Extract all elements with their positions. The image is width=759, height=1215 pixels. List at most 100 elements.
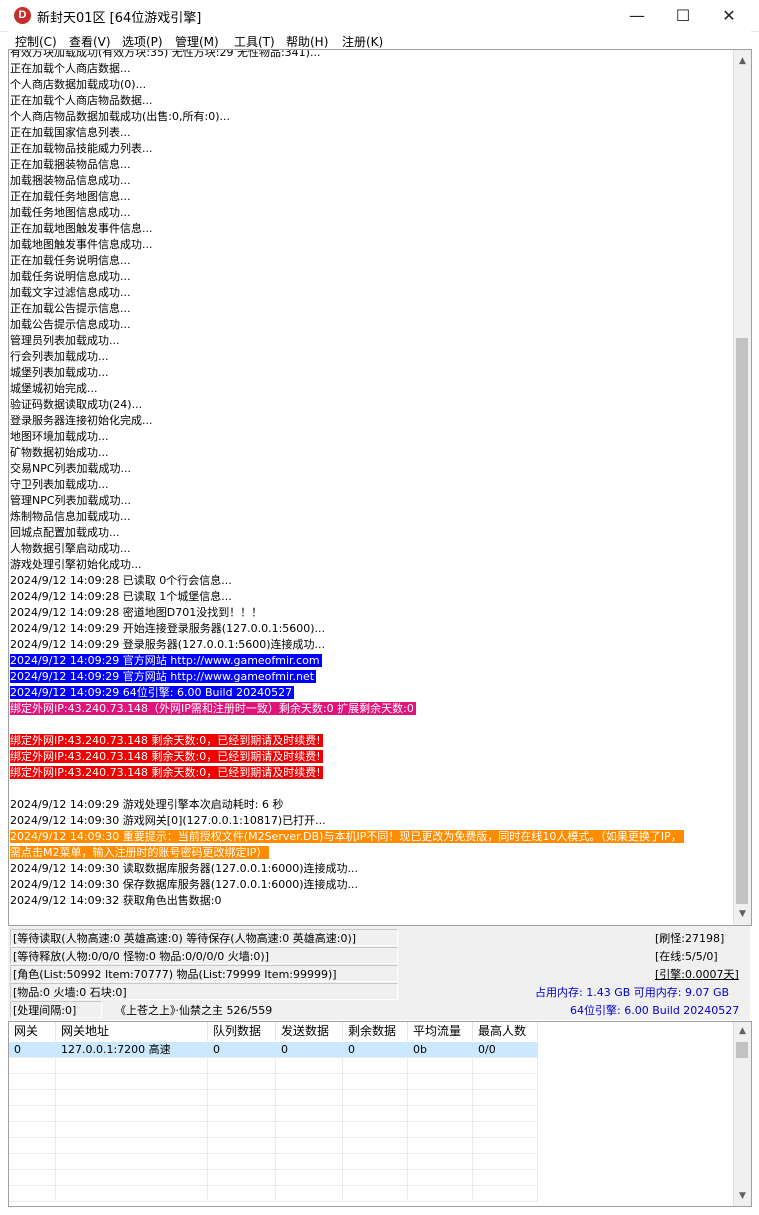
grid-cell bbox=[9, 1122, 56, 1138]
grid-cell bbox=[408, 1186, 473, 1202]
log-line bbox=[9, 717, 733, 733]
status-online: [在线:5/5/0] bbox=[655, 950, 718, 963]
scroll-thumb[interactable] bbox=[736, 1042, 748, 1058]
grid-cell bbox=[9, 1138, 56, 1154]
log-line: 游戏处理引擎初始化成功... bbox=[9, 557, 733, 573]
log-line-text: 加载捆装物品信息成功... bbox=[10, 174, 131, 187]
log-line: 人物数据引擎启动成功... bbox=[9, 541, 733, 557]
table-cell: 0 bbox=[14, 1043, 21, 1056]
column-header[interactable]: 网关 bbox=[9, 1022, 56, 1041]
menu-tools[interactable]: 工具(T) bbox=[234, 33, 275, 50]
gateway-scrollbar[interactable]: ▲ ▼ bbox=[733, 1022, 751, 1206]
grid-cell bbox=[56, 1122, 208, 1138]
grid-cell bbox=[473, 1058, 538, 1074]
menu-view[interactable]: 查看(V) bbox=[69, 33, 111, 50]
scroll-thumb[interactable] bbox=[736, 338, 748, 904]
column-header[interactable]: 最高人数 bbox=[473, 1022, 538, 1041]
log-scrollbar[interactable]: ▲ ▼ bbox=[733, 50, 751, 925]
table-row[interactable]: 0 127.0.0.1:7200 高速 0 0 0 0b 0/0 bbox=[9, 1042, 538, 1057]
menu-register[interactable]: 注册(K) bbox=[342, 33, 383, 50]
grid-cell bbox=[9, 1170, 56, 1186]
log-line-text: 2024/9/12 14:09:29 官方网站 http://www.gameo… bbox=[10, 654, 322, 667]
grid-cell bbox=[56, 1186, 208, 1202]
grid-cell bbox=[9, 1186, 56, 1202]
grid-cell bbox=[343, 1106, 408, 1122]
app-logo-icon[interactable]: D bbox=[14, 7, 31, 24]
log-line: 守卫列表加载成功... bbox=[9, 477, 733, 493]
log-line: 2024/9/12 14:09:29 登录服务器(127.0.0.1:5600)… bbox=[9, 637, 733, 653]
log-line-text: 回城点配置加载成功... bbox=[10, 526, 120, 539]
grid-cell bbox=[9, 1058, 56, 1074]
grid-cell bbox=[276, 1170, 343, 1186]
minimize-icon: — bbox=[629, 6, 645, 25]
log-line-text: 加载公告提示信息成功... bbox=[10, 318, 131, 331]
maximize-button[interactable]: ☐ bbox=[660, 0, 706, 31]
log-line: 2024/9/12 14:09:28 已读取 1个城堡信息... bbox=[9, 589, 733, 605]
close-button[interactable]: ✕ bbox=[706, 0, 752, 31]
menu-options[interactable]: 选项(P) bbox=[122, 33, 163, 50]
scroll-down-icon[interactable]: ▼ bbox=[734, 906, 751, 923]
column-header[interactable]: 剩余数据 bbox=[343, 1022, 408, 1041]
status-engine-version: 64位引擎: 6.00 Build 20240527 bbox=[570, 1004, 740, 1017]
log-line-text: 绑定外网IP:43.240.73.148 剩余天数:0，已经到期请及时续费! bbox=[10, 766, 323, 779]
log-line-text: 矿物数据初始成功... bbox=[10, 446, 109, 459]
grid-cell bbox=[473, 1090, 538, 1106]
scroll-up-icon[interactable]: ▲ bbox=[734, 53, 751, 70]
log-line-text: 2024/9/12 14:09:30 游戏网关[0](127.0.0.1:108… bbox=[10, 814, 326, 827]
log-line: 正在加载物品技能威力列表... bbox=[9, 141, 733, 157]
grid-cell bbox=[408, 1138, 473, 1154]
log-line-text: 正在加载任务说明信息... bbox=[10, 254, 131, 267]
column-header[interactable]: 队列数据 bbox=[208, 1022, 276, 1041]
menu-manage[interactable]: 管理(M) bbox=[175, 33, 219, 50]
log-line: 绑定外网IP:43.240.73.148 剩余天数:0，已经到期请及时续费! bbox=[9, 733, 733, 749]
grid-cell bbox=[208, 1138, 276, 1154]
log-line-text: 2024/9/12 14:09:32 获取角色出售数据:0 bbox=[10, 894, 222, 907]
log-lines: 有效方块加载成功(有效方块:35) 无性方块:29 无性物品:341)... 正在… bbox=[9, 50, 733, 909]
grid-cell bbox=[208, 1170, 276, 1186]
column-header[interactable]: 发送数据 bbox=[276, 1022, 343, 1041]
log-line-text: 炼制物品信息加载成功... bbox=[10, 510, 131, 523]
log-line-text: 加载文字过滤信息成功... bbox=[10, 286, 131, 299]
log-line-text: 城堡列表加载成功... bbox=[10, 366, 109, 379]
log-line-text: 正在加载公告提示信息... bbox=[10, 302, 131, 315]
grid-cell bbox=[473, 1186, 538, 1202]
table-cell: 0 bbox=[348, 1043, 355, 1056]
log-line: 正在加载国家信息列表... bbox=[9, 125, 733, 141]
log-line: 2024/9/12 14:09:30 重要提示：当前授权文件(M2Server.… bbox=[9, 829, 733, 845]
log-line-text: 2024/9/12 14:09:29 64位引擎: 6.00 Build 202… bbox=[10, 686, 295, 699]
log-line-text: 个人商店物品数据加载成功(出售:0,所有:0)... bbox=[10, 110, 230, 123]
log-line bbox=[9, 781, 733, 797]
column-header[interactable]: 平均流量 bbox=[408, 1022, 473, 1041]
status-role-item-list: [角色(List:50992 Item:70777) 物品(List:79999… bbox=[13, 968, 337, 981]
log-line: 回城点配置加载成功... bbox=[9, 525, 733, 541]
scroll-up-icon[interactable]: ▲ bbox=[734, 1023, 751, 1040]
status-memory: 占用内存: 1.43 GB 可用内存: 9.07 GB bbox=[535, 986, 730, 999]
gateway-table[interactable]: 网关 网关地址 队列数据 发送数据 剩余数据 平均流量 最高人数 0 127.0.0.1:72… bbox=[8, 1021, 752, 1207]
log-line: 加载文字过滤信息成功... bbox=[9, 285, 733, 301]
grid-cell bbox=[56, 1170, 208, 1186]
menu-control[interactable]: 控制(C) bbox=[15, 33, 57, 50]
log-line: 管理员列表加载成功... bbox=[9, 333, 733, 349]
log-line: 验证码数据读取成功(24)... bbox=[9, 397, 733, 413]
log-panel[interactable]: 有效方块加载成功(有效方块:35) 无性方块:29 无性物品:341)... 正在… bbox=[8, 49, 752, 926]
log-line: 正在加载任务说明信息... bbox=[9, 253, 733, 269]
log-line: 城堡列表加载成功... bbox=[9, 365, 733, 381]
grid-cell bbox=[343, 1170, 408, 1186]
log-line: 2024/9/12 14:09:28 已读取 0个行会信息... bbox=[9, 573, 733, 589]
log-line-text: 验证码数据读取成功(24)... bbox=[10, 398, 143, 411]
menu-help[interactable]: 帮助(H) bbox=[286, 33, 328, 50]
log-line-text: 正在加载国家信息列表... bbox=[10, 126, 131, 139]
grid-cell bbox=[56, 1090, 208, 1106]
log-line: 交易NPC列表加载成功... bbox=[9, 461, 733, 477]
log-line: 正在加载个人商店物品数据... bbox=[9, 93, 733, 109]
minimize-button[interactable]: — bbox=[614, 0, 660, 31]
log-line-text bbox=[10, 718, 12, 731]
log-line-text: 守卫列表加载成功... bbox=[10, 478, 109, 491]
log-line: 正在加载公告提示信息... bbox=[9, 301, 733, 317]
log-line: 正在加载任务地图信息... bbox=[9, 189, 733, 205]
log-line: 绑定外网IP:43.240.73.148 剩余天数:0，已经到期请及时续费! bbox=[9, 749, 733, 765]
scroll-down-icon[interactable]: ▼ bbox=[734, 1188, 751, 1205]
log-line-text: 加载任务地图信息成功... bbox=[10, 206, 131, 219]
column-header[interactable]: 网关地址 bbox=[56, 1022, 208, 1041]
log-line-text: 正在加载地图触发事件信息... bbox=[10, 222, 153, 235]
